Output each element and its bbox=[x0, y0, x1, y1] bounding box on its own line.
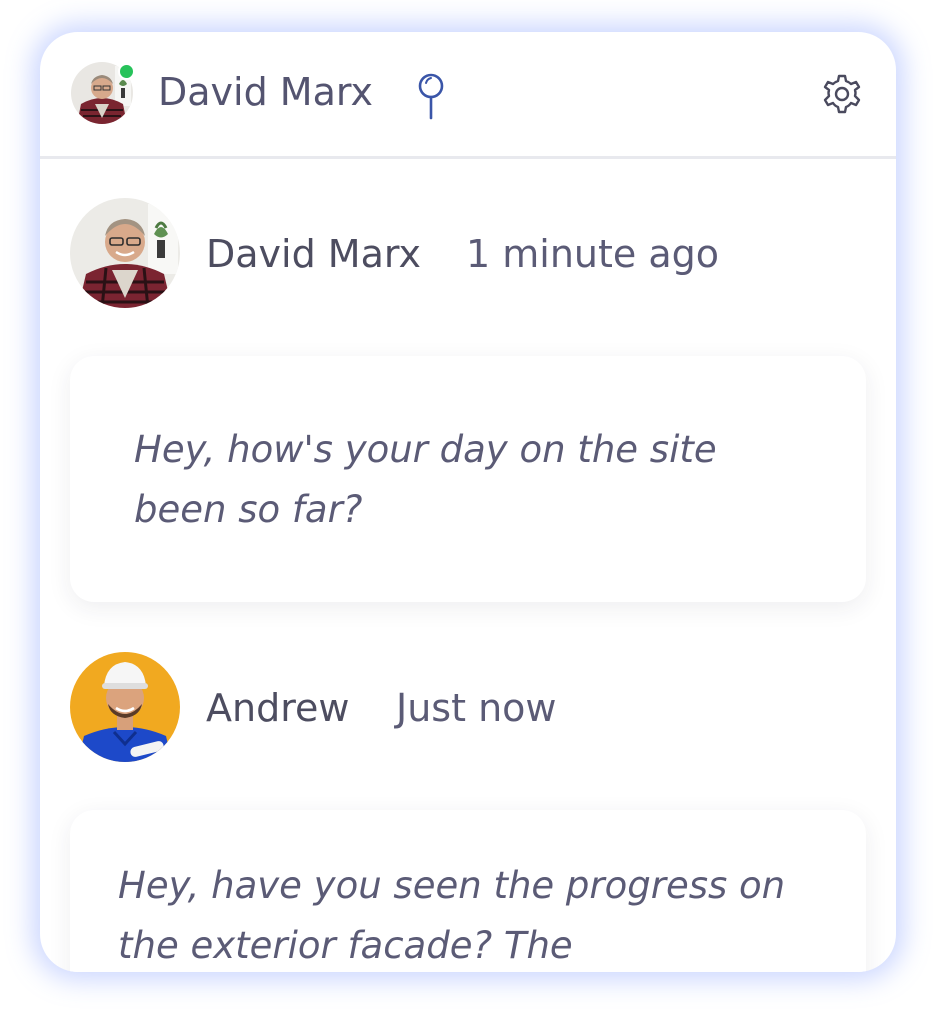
chat-panel: David Marx David Marx 1 minute ago Hey, … bbox=[40, 32, 896, 972]
gear-icon[interactable] bbox=[820, 72, 864, 116]
message-bubble: Hey, how's your day on the site been so … bbox=[70, 356, 866, 602]
message-author: David Marx bbox=[206, 232, 421, 276]
message-timestamp: 1 minute ago bbox=[466, 232, 720, 276]
message-avatar-david[interactable] bbox=[70, 198, 180, 308]
online-status-dot bbox=[118, 63, 135, 80]
chat-header: David Marx bbox=[40, 32, 896, 159]
header-user-name: David Marx bbox=[158, 70, 373, 114]
message-timestamp: Just now bbox=[396, 686, 557, 730]
map-pin-icon[interactable] bbox=[414, 72, 448, 120]
message-avatar-andrew[interactable] bbox=[70, 652, 180, 762]
message-bubble: Hey, have you seen the progress on the e… bbox=[70, 810, 866, 972]
message-text: Hey, have you seen the progress on the e… bbox=[118, 864, 786, 967]
message-author: Andrew bbox=[206, 686, 350, 730]
message-text: Hey, how's your day on the site been so … bbox=[134, 428, 717, 531]
